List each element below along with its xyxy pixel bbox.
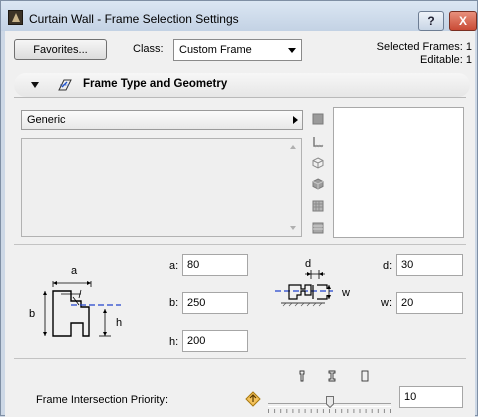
section-title: Frame Type and Geometry	[83, 78, 228, 90]
w-label: w:	[381, 297, 392, 309]
plan-view-icon[interactable]	[312, 113, 324, 125]
window-title: Curtain Wall - Frame Selection Settings	[29, 12, 239, 26]
frame-type-dropdown[interactable]: Generic	[21, 110, 303, 130]
hatch-pattern-icon[interactable]	[312, 200, 324, 212]
frame-type-value: Generic	[27, 114, 66, 126]
h-input[interactable]: 200	[182, 330, 248, 352]
priority-slider-ticks	[268, 409, 391, 413]
diagram-label-d: d	[305, 258, 311, 270]
3d-wireframe-icon[interactable]	[312, 157, 324, 169]
chevron-right-icon	[293, 116, 298, 124]
section-divider	[14, 97, 466, 98]
list-scrollbar[interactable]	[286, 138, 302, 237]
section-view-icon[interactable]	[312, 136, 324, 148]
diagram-label-a: a	[71, 265, 78, 277]
dialog-content: Favorites... Class: Custom Frame Selecte…	[5, 31, 475, 417]
title-bar[interactable]: Curtain Wall - Frame Selection Settings …	[1, 1, 477, 31]
d-input[interactable]: 30	[396, 254, 463, 276]
diagram-label-h: h	[116, 317, 122, 329]
priority-label: Frame Intersection Priority:	[36, 394, 169, 406]
close-button[interactable]: X	[449, 11, 477, 31]
material-icon[interactable]	[312, 222, 324, 234]
frame-preview	[333, 107, 464, 238]
editable-count: Editable: 1	[420, 54, 472, 66]
priority-slider-thumb[interactable]	[325, 396, 334, 408]
dialog-window: Curtain Wall - Frame Selection Settings …	[0, 0, 478, 417]
diagram-label-w: w	[341, 287, 350, 299]
priority-input[interactable]: 10	[399, 386, 463, 408]
panel-priority-icon	[328, 370, 336, 382]
a-input[interactable]: 80	[182, 254, 248, 276]
divider	[14, 358, 466, 359]
class-dropdown-value: Custom Frame	[179, 44, 252, 56]
diagram-label-b: b	[29, 308, 35, 320]
class-dropdown[interactable]: Custom Frame	[173, 39, 302, 61]
wall-priority-icon	[361, 370, 369, 382]
frame-geometry-icon	[58, 79, 72, 91]
scroll-down-icon[interactable]	[290, 226, 296, 230]
frame-priority-icon	[299, 370, 305, 382]
a-label: a:	[169, 260, 179, 272]
priority-diamond-icon	[245, 391, 261, 407]
help-button[interactable]: ?	[418, 11, 444, 31]
collapse-triangle-icon[interactable]	[31, 82, 39, 88]
section-header[interactable]: Frame Type and Geometry	[14, 73, 470, 97]
favorites-button[interactable]: Favorites...	[14, 39, 107, 60]
class-label: Class:	[133, 43, 164, 55]
b-label: b:	[169, 297, 179, 309]
3d-shaded-icon[interactable]	[312, 178, 324, 190]
b-input[interactable]: 250	[182, 292, 248, 314]
chevron-down-icon	[288, 48, 296, 53]
divider	[14, 244, 466, 245]
selected-frames-count: Selected Frames: 1	[376, 41, 472, 53]
w-input[interactable]: 20	[396, 292, 463, 314]
frame-joint-diagram: d w	[275, 258, 350, 307]
scroll-up-icon[interactable]	[290, 145, 296, 149]
frame-profile-diagram: a b h	[29, 265, 122, 337]
h-label: h:	[169, 336, 179, 348]
d-label: d:	[383, 260, 393, 272]
frame-type-list[interactable]	[21, 138, 302, 237]
app-icon	[8, 10, 23, 25]
